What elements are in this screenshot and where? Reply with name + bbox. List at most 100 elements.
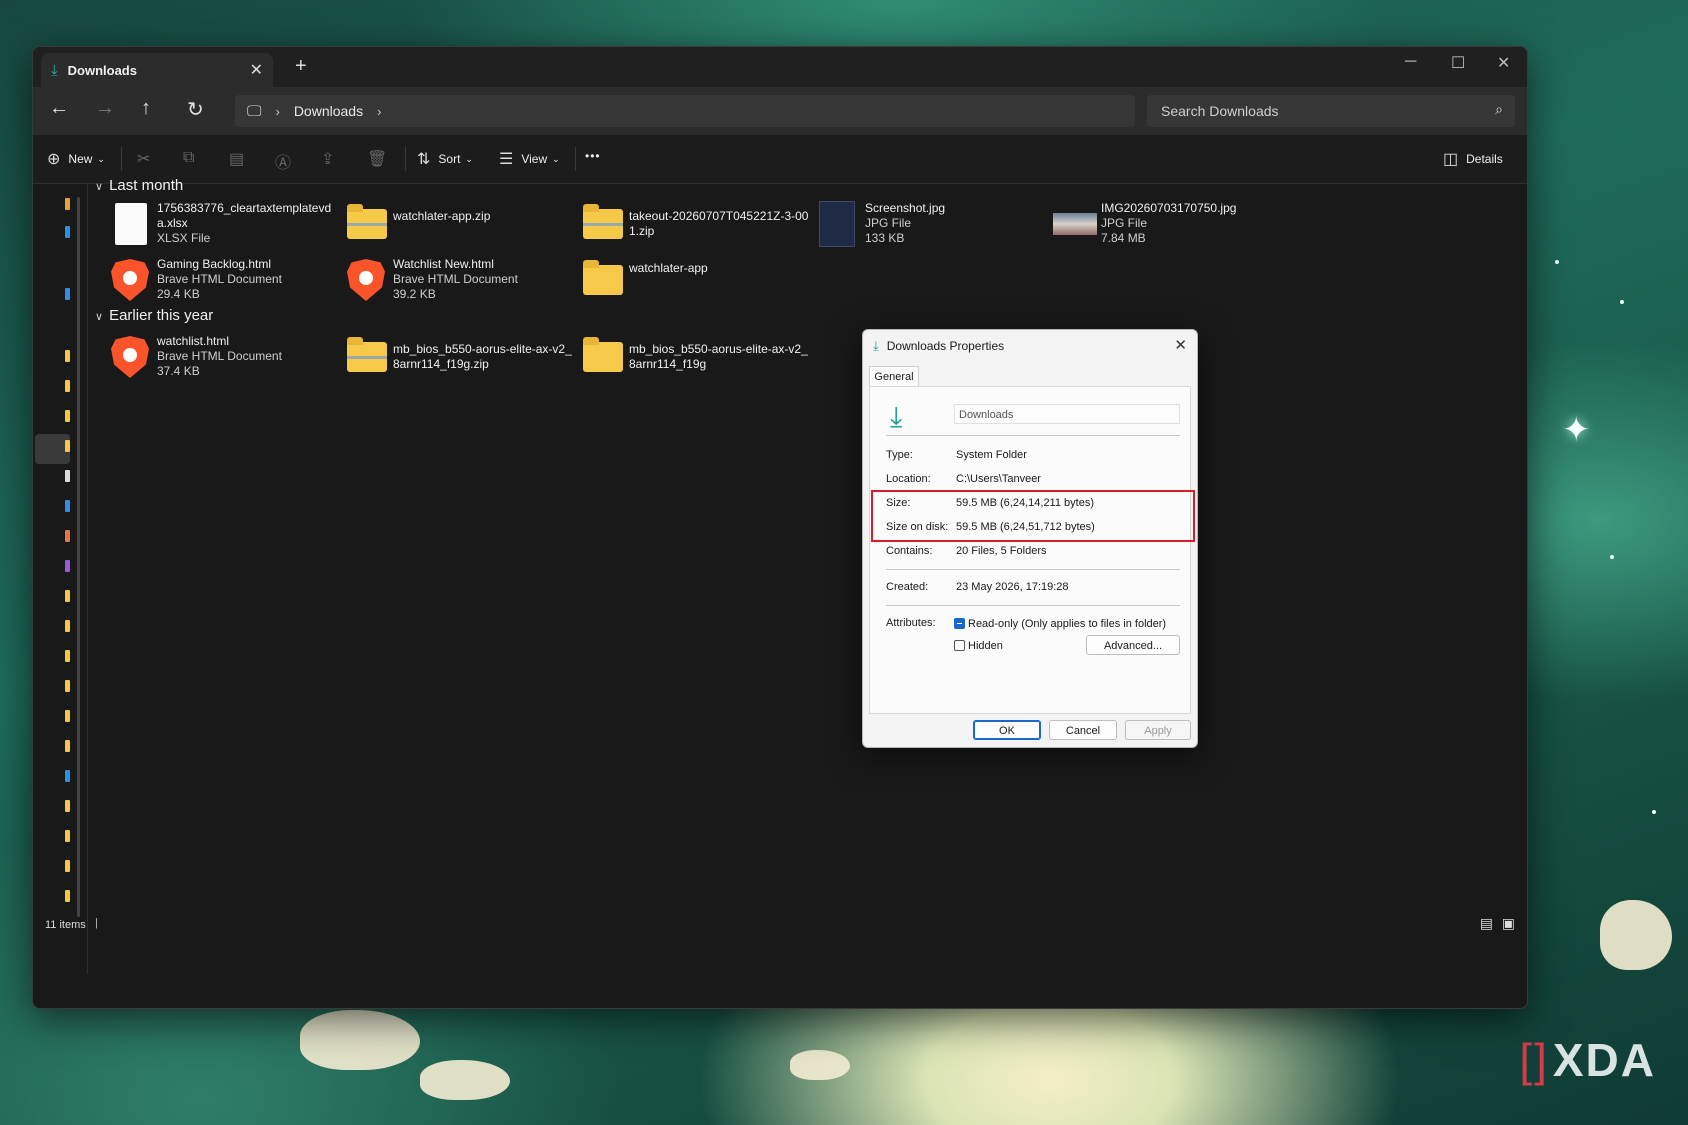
paste-button[interactable]: ▤: [229, 149, 252, 169]
new-button[interactable]: ⊕ New ⌄: [47, 149, 105, 169]
image-thumbnail-icon: [1053, 201, 1097, 245]
more-options-button[interactable]: •••: [585, 149, 601, 163]
download-icon: ⤓: [873, 338, 879, 353]
file-item[interactable]: watchlater-app.zip: [345, 201, 580, 251]
search-placeholder[interactable]: Search Downloads: [1161, 103, 1279, 119]
file-item[interactable]: 1756383776_cleartaxtemplatevda.xlsx XLSX…: [109, 201, 344, 251]
chevron-down-icon[interactable]: ∨: [95, 181, 103, 193]
sidebar-item-icon[interactable]: [65, 380, 70, 392]
file-item[interactable]: Screenshot.jpg JPG File 133 KB: [817, 201, 1052, 251]
tab-general[interactable]: General: [869, 366, 919, 387]
delete-button[interactable]: 🗑: [367, 149, 395, 169]
group-header-earlier-this-year[interactable]: ∨ Earlier this year: [95, 307, 213, 324]
search-box[interactable]: Search Downloads ⌕: [1147, 95, 1515, 127]
back-arrow-icon[interactable]: ←: [49, 97, 69, 120]
chevron-right-icon[interactable]: ›: [275, 104, 279, 119]
sidebar-item-icon[interactable]: [65, 800, 70, 812]
minimize-icon[interactable]: ─: [1405, 53, 1416, 71]
pane-divider[interactable]: [87, 184, 88, 974]
apply-button[interactable]: Apply: [1125, 720, 1191, 740]
downloads-folder-icon: ⤓: [890, 401, 903, 432]
sidebar-item-icon[interactable]: [65, 770, 70, 782]
sort-button[interactable]: ⇅ Sort ⌄: [417, 149, 473, 169]
zip-folder-icon: [581, 201, 623, 245]
sidebar-item-icon[interactable]: [65, 560, 70, 572]
maximize-icon[interactable]: ☐: [1451, 53, 1465, 73]
advanced-button[interactable]: Advanced...: [1086, 635, 1180, 655]
brave-browser-icon: [109, 257, 151, 301]
cut-button[interactable]: ✂: [137, 149, 158, 169]
sidebar-item-icon[interactable]: [65, 226, 70, 238]
address-bar[interactable]: 🖵 › Downloads ›: [235, 95, 1135, 127]
sidebar-item-icon[interactable]: [65, 410, 70, 422]
view-button[interactable]: ☰ View ⌄: [499, 149, 560, 169]
group-header-last-month[interactable]: ∨ Last month: [95, 177, 183, 194]
sidebar-item-icon[interactable]: [65, 500, 70, 512]
brave-lion-shape: [111, 259, 149, 301]
file-item[interactable]: takeout-20260707T045221Z-3-001.zip: [581, 201, 816, 251]
folder-shape: [583, 337, 623, 372]
sidebar-item-icon[interactable]: [65, 440, 70, 452]
breadcrumb-downloads[interactable]: Downloads: [294, 103, 363, 119]
chevron-right-icon[interactable]: ›: [377, 104, 381, 119]
file-item[interactable]: mb_bios_b550-aorus-elite-ax-v2_8arnr114_…: [581, 334, 816, 384]
hidden-label[interactable]: Hidden: [968, 640, 1003, 652]
contains-value: 20 Files, 5 Folders: [956, 545, 1047, 557]
details-view-icon[interactable]: ▤: [1480, 915, 1493, 932]
sidebar-item-icon[interactable]: [65, 198, 70, 210]
plus-circle-icon: ⊕: [47, 151, 61, 168]
star-dot: [1620, 300, 1624, 304]
sidebar-item-icon[interactable]: [65, 470, 70, 482]
sidebar-scrollbar[interactable]: [77, 197, 80, 917]
cancel-button[interactable]: Cancel: [1049, 720, 1117, 740]
image-thumbnail-icon: [817, 201, 859, 247]
refresh-icon[interactable]: ↻: [187, 97, 204, 122]
file-item[interactable]: Watchlist New.html Brave HTML Document 3…: [345, 257, 580, 307]
sidebar-item-icon[interactable]: [65, 740, 70, 752]
readonly-checkbox[interactable]: [954, 618, 965, 629]
search-icon[interactable]: ⌕: [1495, 101, 1503, 118]
copy-button[interactable]: ⧉: [183, 149, 202, 167]
wallpaper-island: [1600, 900, 1672, 970]
sidebar-item-icon[interactable]: [65, 620, 70, 632]
sidebar-item-icon[interactable]: [65, 860, 70, 872]
sidebar-item-icon[interactable]: [65, 710, 70, 722]
sidebar-item-icon[interactable]: [65, 650, 70, 662]
sidebar-item-icon[interactable]: [65, 288, 70, 300]
this-pc-icon[interactable]: 🖵: [247, 103, 261, 120]
sidebar-item-icon[interactable]: [65, 530, 70, 542]
sidebar-item-icon[interactable]: [65, 350, 70, 362]
close-dialog-icon[interactable]: ✕: [1174, 336, 1187, 354]
folder-name-field[interactable]: Downloads: [954, 404, 1180, 424]
up-arrow-icon[interactable]: ↑: [141, 97, 151, 120]
sidebar-item-icon[interactable]: [65, 830, 70, 842]
close-window-icon[interactable]: ✕: [1497, 53, 1510, 73]
sidebar-item-icon[interactable]: [65, 590, 70, 602]
tab-downloads[interactable]: ⤓ Downloads ✕: [41, 53, 273, 87]
folder-shape: [347, 337, 387, 372]
chevron-down-icon[interactable]: ∨: [95, 311, 103, 323]
file-text: IMG20260703170750.jpg JPG File 7.84 MB: [1101, 201, 1281, 246]
ok-button[interactable]: OK: [973, 720, 1041, 740]
readonly-label[interactable]: Read-only (Only applies to files in fold…: [968, 618, 1166, 630]
view-label: View: [521, 152, 548, 166]
hidden-checkbox[interactable]: [954, 640, 965, 651]
sidebar-item-icon[interactable]: [65, 680, 70, 692]
tiles-view-icon[interactable]: ▣: [1502, 915, 1515, 932]
rename-button[interactable]: Ⓐ: [275, 149, 299, 173]
view-list-icon: ☰: [499, 151, 514, 168]
file-item[interactable]: mb_bios_b550-aorus-elite-ax-v2_8arnr114_…: [345, 334, 580, 384]
file-item[interactable]: watchlater-app: [581, 257, 816, 307]
file-item[interactable]: IMG20260703170750.jpg JPG File 7.84 MB: [1053, 201, 1288, 251]
sort-arrows-icon: ⇅: [417, 151, 431, 168]
sidebar-item-icon[interactable]: [65, 890, 70, 902]
file-item[interactable]: Gaming Backlog.html Brave HTML Document …: [109, 257, 344, 307]
file-item[interactable]: watchlist.html Brave HTML Document 37.4 …: [109, 334, 344, 384]
wallpaper-island: [420, 1060, 510, 1100]
file-name: takeout-20260707T045221Z-3-001.zip: [629, 209, 809, 238]
forward-arrow-icon[interactable]: →: [95, 97, 115, 120]
share-button[interactable]: ⇪: [321, 149, 342, 169]
new-tab-icon[interactable]: +: [295, 55, 307, 78]
details-button[interactable]: ◫ Details: [1443, 149, 1503, 169]
close-tab-icon[interactable]: ✕: [250, 60, 263, 80]
